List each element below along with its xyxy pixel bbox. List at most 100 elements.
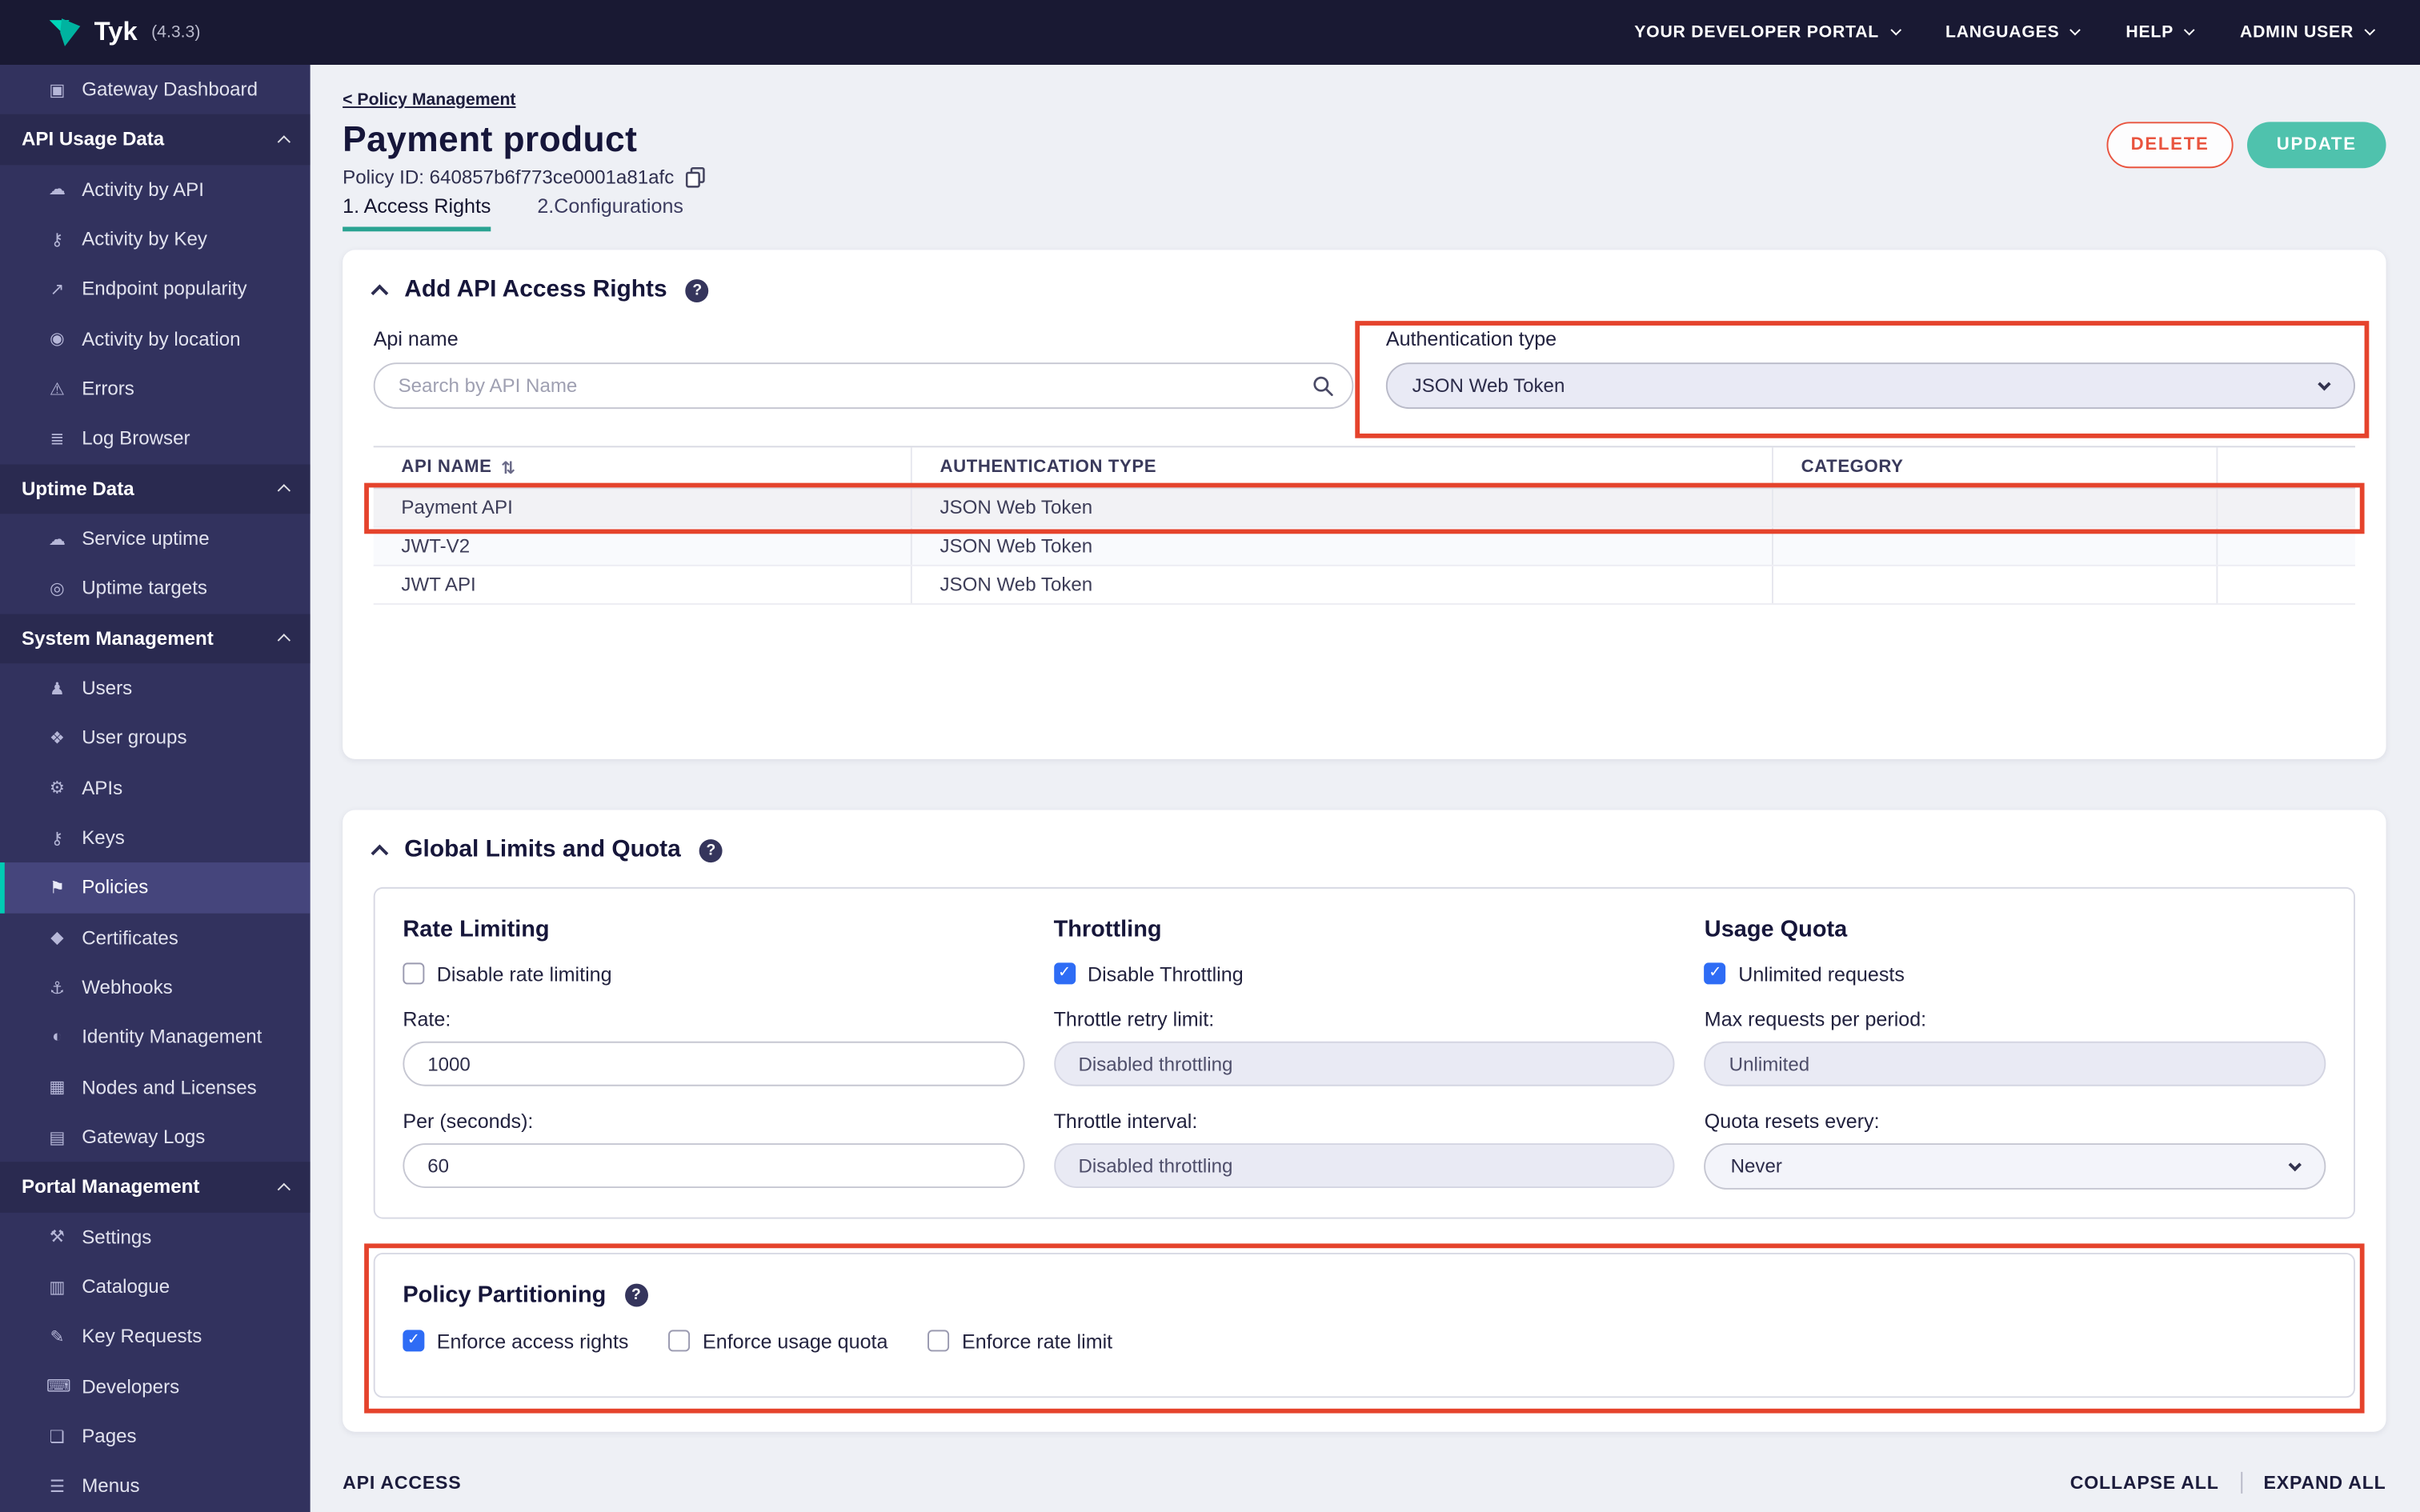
api-table-row-jwt-api[interactable]: JWT API JSON Web Token: [373, 566, 2355, 605]
sidebar-item-service-uptime[interactable]: ☁ Service uptime: [0, 514, 311, 563]
checkbox-icon[interactable]: [928, 1330, 950, 1352]
menus-icon: ☰: [49, 1478, 65, 1497]
auth-type-select[interactable]: JSON Web Token: [1385, 362, 2355, 410]
api-table-row-payment-api[interactable]: Payment API JSON Web Token: [373, 489, 2355, 528]
tab-access-rights[interactable]: 1. Access Rights: [343, 194, 491, 232]
chevron-up-icon: [277, 135, 291, 149]
checkbox-icon[interactable]: ✓: [1053, 962, 1076, 985]
delete-button[interactable]: DELETE: [2106, 122, 2234, 169]
divider: [2240, 1471, 2242, 1494]
disable-rate-limiting-checkbox[interactable]: Disable rate limiting: [403, 961, 1024, 986]
unlimited-requests-checkbox[interactable]: ✓ Unlimited requests: [1704, 961, 2326, 986]
sidebar-item-gateway-logs[interactable]: ▤ Gateway Logs: [0, 1112, 311, 1162]
cell-api-name: Payment API: [374, 489, 912, 526]
sidebar-item-endpoint-popularity[interactable]: ↗ Endpoint popularity: [0, 264, 311, 314]
expand-all-button[interactable]: EXPAND ALL: [2264, 1472, 2386, 1494]
sidebar-item-apis[interactable]: ⚙ APIs: [0, 763, 311, 813]
sidebar-item-keys[interactable]: ⚷ Keys: [0, 813, 311, 862]
access-rights-form: Api name Authentication type JSON Web To…: [373, 326, 2355, 410]
sidebar-item-users[interactable]: ♟ Users: [0, 663, 311, 713]
sidebar-item-errors[interactable]: ⚠ Errors: [0, 364, 311, 414]
partition-option-enforce-usage-quota[interactable]: Enforce usage quota: [668, 1328, 887, 1353]
sidebar-section-label: System Management: [21, 627, 214, 650]
sidebar-section-uptime-data[interactable]: Uptime Data: [0, 463, 311, 514]
rate-label: Rate:: [403, 1007, 451, 1031]
sidebar-item-policies[interactable]: ⚑ Policies: [0, 862, 311, 913]
sidebar-section-label: Portal Management: [21, 1176, 200, 1198]
checkbox-label: Enforce rate limit: [962, 1329, 1113, 1353]
sidebar-item-gateway-dashboard[interactable]: ▣ Gateway Dashboard: [0, 65, 311, 114]
topbar-menu-label: HELP: [2126, 22, 2174, 42]
help-icon[interactable]: ?: [699, 838, 723, 862]
topbar-menu-help[interactable]: HELP: [2126, 22, 2196, 42]
sidebar-item-catalogue[interactable]: ▥ Catalogue: [0, 1262, 311, 1311]
update-button[interactable]: UPDATE: [2246, 122, 2386, 169]
sidebar-item-label: APIs: [82, 777, 123, 799]
checkbox-icon[interactable]: ✓: [1704, 962, 1726, 985]
api-search-input[interactable]: [373, 362, 1354, 410]
sidebar-item-identity-management[interactable]: ◐ Identity Management: [0, 1013, 311, 1062]
collapse-section-icon[interactable]: [371, 284, 389, 302]
sidebar-item-developers[interactable]: ⌨ Developers: [0, 1362, 311, 1411]
sidebar-item-activity-by-key[interactable]: ⚷ Activity by Key: [0, 214, 311, 264]
help-icon[interactable]: ?: [685, 278, 709, 302]
sidebar-section-system-management[interactable]: System Management: [0, 613, 311, 664]
column-api-name[interactable]: API NAME ⇅: [374, 447, 912, 488]
policy-partitioning-title: Policy Partitioning: [403, 1282, 607, 1309]
collapse-all-button[interactable]: COLLAPSE ALL: [2070, 1472, 2219, 1494]
sidebar-section-api-usage-data[interactable]: API Usage Data: [0, 114, 311, 165]
api-table-row-jwt-v2[interactable]: JWT-V2 JSON Web Token: [373, 527, 2355, 566]
brand[interactable]: Tyk (4.3.3): [46, 15, 200, 49]
per-seconds-input[interactable]: [403, 1143, 1024, 1188]
sidebar-item-pages[interactable]: ❏ Pages: [0, 1411, 311, 1461]
sidebar-item-label: Key Requests: [82, 1326, 202, 1348]
topbar-menus: YOUR DEVELOPER PORTAL LANGUAGES HELP ADMIN …: [1634, 22, 2376, 42]
sidebar-item-key-requests[interactable]: ✎ Key Requests: [0, 1312, 311, 1362]
topbar: Tyk (4.3.3) YOUR DEVELOPER PORTAL LANGUAG…: [0, 0, 2420, 65]
sidebar-item-certificates[interactable]: ◆ Certificates: [0, 913, 311, 962]
checkbox-icon[interactable]: ✓: [403, 1330, 425, 1352]
sidebar-item-log-browser[interactable]: ≣ Log Browser: [0, 414, 311, 463]
sidebar-item-user-groups[interactable]: ❖ User groups: [0, 714, 311, 763]
sidebar-item-activity-by-location[interactable]: ◉ Activity by location: [0, 314, 311, 364]
column-api-name-label: API NAME: [401, 458, 492, 477]
sidebar-item-settings[interactable]: ⚒ Settings: [0, 1212, 311, 1262]
topbar-menu-label: ADMIN USER: [2239, 22, 2354, 42]
api-access-section-toggle[interactable]: API ACCESS: [343, 1472, 461, 1494]
topbar-menu-languages[interactable]: LANGUAGES: [1945, 23, 2081, 42]
quota-resets-select[interactable]: Never: [1704, 1143, 2326, 1190]
copy-icon[interactable]: [685, 166, 705, 187]
breadcrumb[interactable]: < Policy Management: [343, 90, 515, 113]
sidebar-item-label: Gateway Logs: [82, 1126, 206, 1148]
partition-option-enforce-rate-limit[interactable]: Enforce rate limit: [928, 1328, 1113, 1353]
sidebar-item-webhooks[interactable]: ⚓ Webhooks: [0, 962, 311, 1012]
sidebar-item-label: Policies: [82, 877, 149, 899]
sort-icon[interactable]: ⇅: [501, 458, 515, 478]
sidebar-section-portal-management[interactable]: Portal Management: [0, 1162, 311, 1212]
topbar-menu-your-developer-portal[interactable]: YOUR DEVELOPER PORTAL: [1634, 23, 1901, 42]
auth-type-label: Authentication type: [1385, 326, 1557, 350]
disable-throttling-checkbox[interactable]: ✓ Disable Throttling: [1053, 961, 1676, 986]
chevron-down-icon: [2364, 24, 2376, 36]
sidebar-item-label: Endpoint popularity: [82, 278, 247, 301]
sidebar-item-uptime-targets[interactable]: ◎ Uptime targets: [0, 563, 311, 613]
user-groups-icon: ❖: [49, 730, 65, 749]
collapse-section-icon[interactable]: [371, 844, 389, 862]
tyk-logo-icon: [49, 18, 81, 46]
rate-input[interactable]: [403, 1041, 1024, 1086]
checkbox-icon[interactable]: [668, 1330, 691, 1352]
checkbox-icon[interactable]: [403, 962, 425, 985]
partition-option-enforce-access-rights[interactable]: ✓ Enforce access rights: [403, 1328, 628, 1353]
topbar-menu-admin-user[interactable]: ADMIN USER: [2239, 22, 2376, 42]
policy-id-row: Policy ID: 640857b6f773ce0001a81afc: [343, 165, 2386, 188]
sidebar-item-menus[interactable]: ☰ Menus: [0, 1462, 311, 1511]
help-icon[interactable]: ?: [624, 1283, 648, 1307]
sidebar-item-label: Log Browser: [82, 428, 190, 450]
tab-configurations[interactable]: 2.Configurations: [537, 194, 683, 231]
cell-api-name: JWT API: [374, 566, 912, 604]
sidebar-item-label: Pages: [82, 1426, 137, 1448]
keys-icon: ⚷: [50, 829, 64, 848]
sidebar-item-activity-by-api[interactable]: ☁ Activity by API: [0, 165, 311, 214]
sidebar-item-nodes-and-licenses[interactable]: ▦ Nodes and Licenses: [0, 1062, 311, 1112]
sidebar-item-label: Catalogue: [82, 1275, 170, 1298]
